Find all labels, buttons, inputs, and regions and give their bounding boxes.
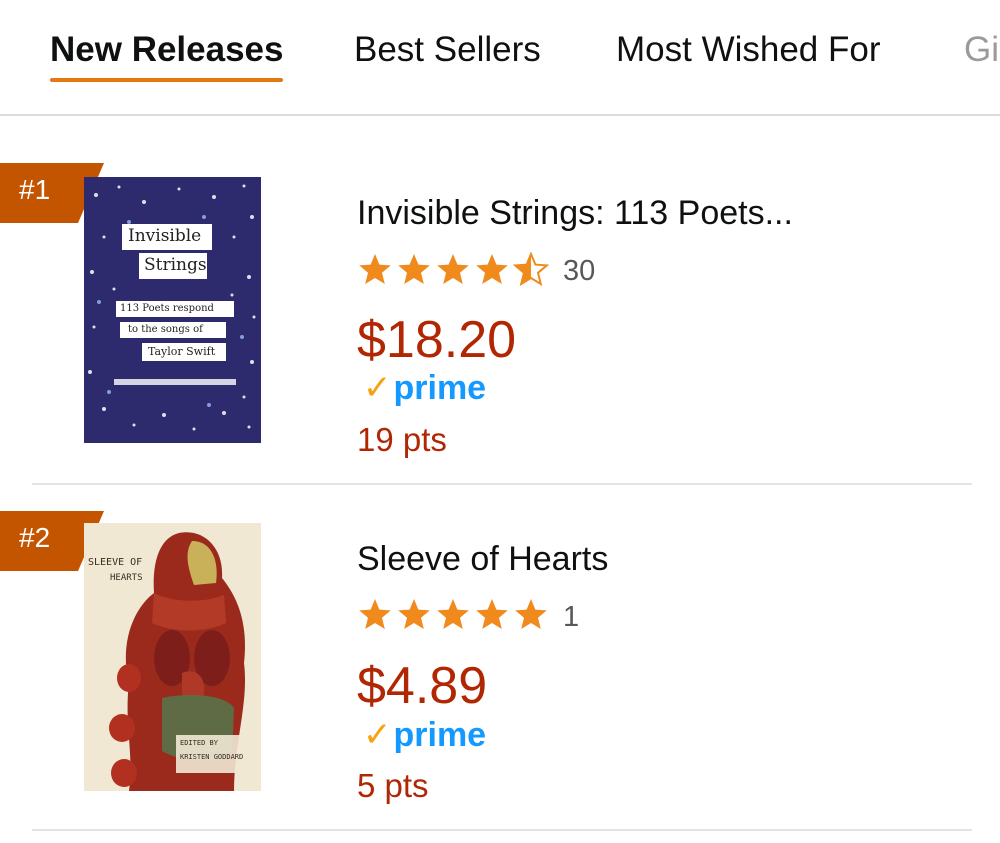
tab-new-releases[interactable]: New Releases — [50, 30, 284, 82]
cover-title-line1: Invisible — [128, 226, 202, 246]
cover-editor-line2: KRISTEN GODDARD — [180, 753, 244, 761]
prime-badge: ✓prime — [363, 368, 486, 408]
cover-subtitle-line3: Taylor Swift — [148, 345, 216, 358]
tab-best-sellers[interactable]: Best Sellers — [354, 30, 541, 70]
product-title-link[interactable]: Invisible Strings: 113 Poets... — [357, 194, 793, 233]
star-rating[interactable] — [357, 597, 553, 633]
cover-title-line2: Strings — [144, 255, 207, 275]
price: $4.89 — [357, 657, 488, 715]
star-icons — [359, 253, 548, 285]
tab-gift-ideas-partial[interactable]: Gi — [964, 30, 999, 70]
prime-badge: ✓prime — [363, 715, 486, 755]
rating-count[interactable]: 30 — [563, 255, 595, 288]
category-tabs: New Releases Best Sellers Most Wished Fo… — [0, 0, 1000, 116]
prime-label: prime — [393, 716, 487, 754]
star-rating[interactable] — [357, 252, 553, 288]
cover-subtitle-line1: 113 Poets respond — [120, 303, 214, 314]
reward-points: 5 pts — [357, 767, 429, 804]
prime-check-icon: ✓ — [363, 369, 392, 407]
star-icons — [359, 599, 547, 629]
rank-label: #2 — [19, 522, 51, 553]
product-title-link[interactable]: Sleeve of Hearts — [357, 540, 608, 579]
rank-label: #1 — [19, 174, 51, 205]
price: $18.20 — [357, 311, 517, 369]
cover-title-line1: SLEEVE OF — [88, 557, 143, 568]
cover-subtitle-line2: to the songs of — [128, 324, 203, 335]
item-divider — [32, 829, 972, 831]
book-cover-image[interactable]: SLEEVE OF HEARTS EDITED BY KRISTEN GODDA… — [84, 523, 261, 791]
prime-label: prime — [393, 369, 487, 407]
tab-most-wished-for[interactable]: Most Wished For — [616, 30, 881, 70]
prime-check-icon: ✓ — [363, 716, 392, 754]
book-cover-image[interactable]: Invisible Strings 113 Poets respond to t… — [84, 177, 261, 443]
rating-count[interactable]: 1 — [563, 601, 579, 634]
cover-editor-line1: EDITED BY — [180, 739, 218, 747]
item-divider — [32, 483, 972, 485]
reward-points: 19 pts — [357, 421, 447, 458]
cover-title-line2: HEARTS — [110, 573, 143, 583]
